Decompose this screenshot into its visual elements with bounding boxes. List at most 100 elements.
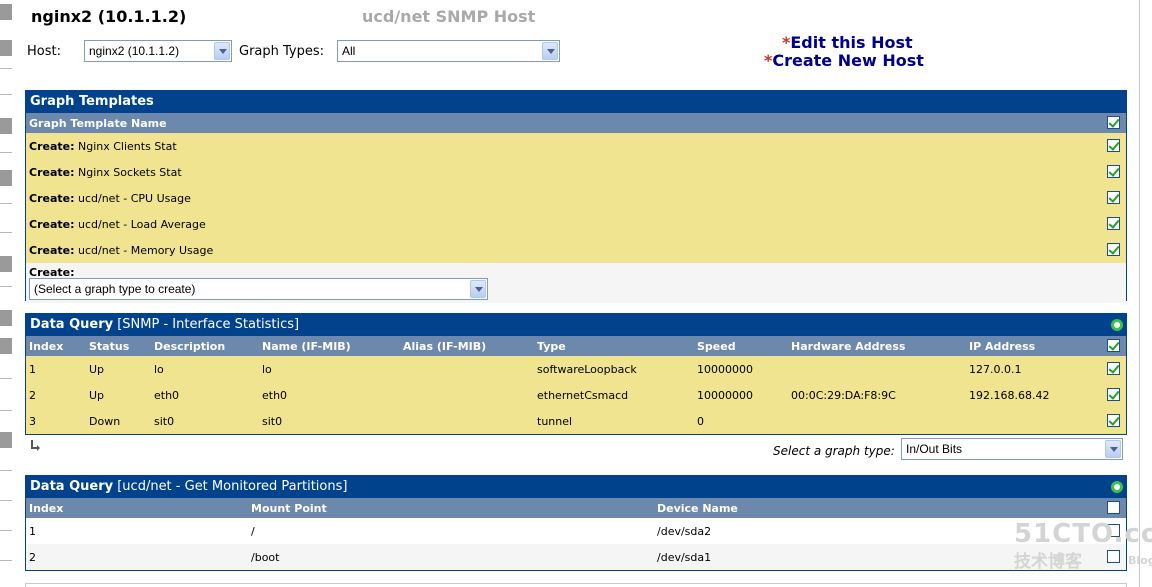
cell-speed: 0 bbox=[697, 415, 704, 428]
select-all-checkbox[interactable] bbox=[1107, 339, 1120, 352]
query-title-bold: Data Query bbox=[30, 317, 114, 332]
select-all-checkbox[interactable] bbox=[1107, 501, 1120, 514]
graph-templates-header: Graph Templates bbox=[26, 91, 1126, 113]
graph-template-row[interactable]: Create: Nginx Sockets Stat bbox=[26, 159, 1126, 185]
cell-index: 3 bbox=[29, 415, 36, 428]
template-name: Nginx Sockets Stat bbox=[78, 166, 182, 179]
graph-types-select[interactable]: All bbox=[337, 40, 560, 62]
row-checkbox[interactable] bbox=[1107, 550, 1120, 563]
row-checkbox[interactable] bbox=[1107, 165, 1120, 178]
partition-row[interactable]: 1 / /dev/sda2 bbox=[26, 518, 1126, 544]
graph-type-select-value: In/Out Bits bbox=[906, 442, 963, 456]
edit-host-link[interactable]: *Edit this Host bbox=[782, 33, 913, 52]
row-checkbox[interactable] bbox=[1107, 191, 1120, 204]
column-graph-template-name: Graph Template Name bbox=[29, 117, 167, 130]
graph-template-row[interactable]: Create: ucd/net - Memory Usage bbox=[26, 237, 1126, 263]
row-checkbox[interactable] bbox=[1107, 217, 1120, 230]
create-graph-select[interactable]: (Select a graph type to create) bbox=[29, 278, 488, 300]
cell-description: eth0 bbox=[154, 389, 180, 402]
host-label: Host: bbox=[27, 44, 61, 59]
row-checkbox[interactable] bbox=[1107, 524, 1120, 537]
gutter-block bbox=[0, 40, 12, 56]
interface-row[interactable]: 2 Up eth0 eth0 ethernetCsmacd 10000000 0… bbox=[26, 382, 1126, 408]
graph-template-row[interactable]: Create: ucd/net - CPU Usage bbox=[26, 185, 1126, 211]
create-graph-select-value: (Select a graph type to create) bbox=[34, 282, 196, 296]
reload-icon[interactable] bbox=[1111, 481, 1123, 493]
gutter-block bbox=[0, 118, 12, 134]
create-prefix: Create: bbox=[29, 192, 75, 205]
template-name: ucd/net - CPU Usage bbox=[78, 192, 191, 205]
gutter-line bbox=[0, 68, 12, 69]
chevron-down-icon[interactable] bbox=[542, 42, 558, 60]
gutter-line bbox=[0, 530, 12, 531]
gutter-line bbox=[0, 560, 12, 561]
row-checkbox[interactable] bbox=[1107, 388, 1120, 401]
query-title: [SNMP - Interface Statistics] bbox=[117, 317, 300, 332]
host-select[interactable]: nginx2 (10.1.1.2) bbox=[84, 40, 232, 62]
graph-templates-title: Graph Templates bbox=[30, 94, 154, 109]
gutter-line bbox=[0, 232, 12, 233]
column-mount-point: Mount Point bbox=[251, 502, 327, 515]
graph-template-row[interactable]: Create: ucd/net - Load Average bbox=[26, 211, 1126, 237]
interface-query-panel: Data Query [SNMP - Interface Statistics]… bbox=[25, 313, 1127, 435]
gutter-line bbox=[0, 500, 12, 501]
template-name: Nginx Clients Stat bbox=[78, 140, 177, 153]
graph-type-select[interactable]: In/Out Bits bbox=[901, 438, 1123, 460]
column-ip-address: IP Address bbox=[969, 340, 1036, 353]
left-gutter bbox=[0, 0, 14, 587]
cell-name: sit0 bbox=[262, 415, 283, 428]
chevron-down-icon[interactable] bbox=[214, 42, 230, 60]
cell-type: ethernetCsmacd bbox=[537, 389, 629, 402]
interface-column-header: Index Status Description Name (IF-MIB) A… bbox=[26, 336, 1126, 356]
gutter-line bbox=[0, 470, 12, 471]
select-graph-type-label: Select a graph type: bbox=[773, 444, 895, 458]
partitions-query-panel: Data Query [ucd/net - Get Monitored Part… bbox=[25, 475, 1127, 571]
interface-row[interactable]: 3 Down sit0 sit0 tunnel 0 bbox=[26, 408, 1126, 434]
template-name: ucd/net - Memory Usage bbox=[78, 244, 214, 257]
cell-description: lo bbox=[154, 363, 164, 376]
partitions-query-header: Data Query [ucd/net - Get Monitored Part… bbox=[26, 476, 1126, 498]
host-select-value: nginx2 (10.1.1.2) bbox=[89, 44, 180, 58]
column-type: Type bbox=[537, 340, 566, 353]
interface-query-header: Data Query [SNMP - Interface Statistics] bbox=[26, 314, 1126, 336]
cell-status: Up bbox=[89, 389, 105, 402]
row-checkbox[interactable] bbox=[1107, 414, 1120, 427]
cell-device-name: /dev/sda2 bbox=[657, 525, 712, 538]
chevron-down-icon[interactable] bbox=[470, 280, 486, 298]
cell-ip-address: 192.168.68.42 bbox=[969, 389, 1050, 402]
cell-speed: 10000000 bbox=[697, 363, 753, 376]
cell-index: 1 bbox=[29, 363, 36, 376]
column-status: Status bbox=[89, 340, 130, 353]
chevron-down-icon[interactable] bbox=[1105, 440, 1121, 458]
gutter-line bbox=[0, 286, 12, 287]
cell-status: Down bbox=[89, 415, 121, 428]
graph-template-row[interactable]: Create: Nginx Clients Stat bbox=[26, 133, 1126, 159]
select-all-checkbox[interactable] bbox=[1107, 116, 1120, 129]
corner-arrow-icon bbox=[31, 440, 40, 451]
interface-row[interactable]: 1 Up lo lo softwareLoopback 10000000 127… bbox=[26, 356, 1126, 382]
row-checkbox[interactable] bbox=[1107, 243, 1120, 256]
graph-templates-column-header: Graph Template Name bbox=[26, 113, 1126, 133]
create-graph-block: Create: (Select a graph type to create) bbox=[26, 263, 1126, 303]
cell-index: 2 bbox=[29, 389, 36, 402]
row-checkbox[interactable] bbox=[1107, 362, 1120, 375]
partition-row[interactable]: 2 /boot /dev/sda1 bbox=[26, 544, 1126, 570]
cell-type: tunnel bbox=[537, 415, 573, 428]
cell-type: softwareLoopback bbox=[537, 363, 637, 376]
column-alias-if-mib: Alias (IF-MIB) bbox=[403, 340, 487, 353]
cell-mount-point: /boot bbox=[251, 551, 280, 564]
cell-name: eth0 bbox=[262, 389, 288, 402]
create-prefix: Create: bbox=[29, 140, 75, 153]
query-title-bold: Data Query bbox=[30, 479, 114, 494]
gutter-block bbox=[0, 432, 12, 448]
create-host-link[interactable]: *Create New Host bbox=[764, 51, 924, 70]
create-prefix: Create: bbox=[29, 244, 75, 257]
cell-ip-address: 127.0.0.1 bbox=[969, 363, 1022, 376]
gutter-line bbox=[0, 94, 12, 95]
column-index: Index bbox=[29, 340, 64, 353]
column-speed: Speed bbox=[697, 340, 736, 353]
row-checkbox[interactable] bbox=[1107, 139, 1120, 152]
gutter-block bbox=[0, 256, 12, 272]
reload-icon[interactable] bbox=[1111, 319, 1123, 331]
next-panel-edge bbox=[25, 583, 1127, 587]
